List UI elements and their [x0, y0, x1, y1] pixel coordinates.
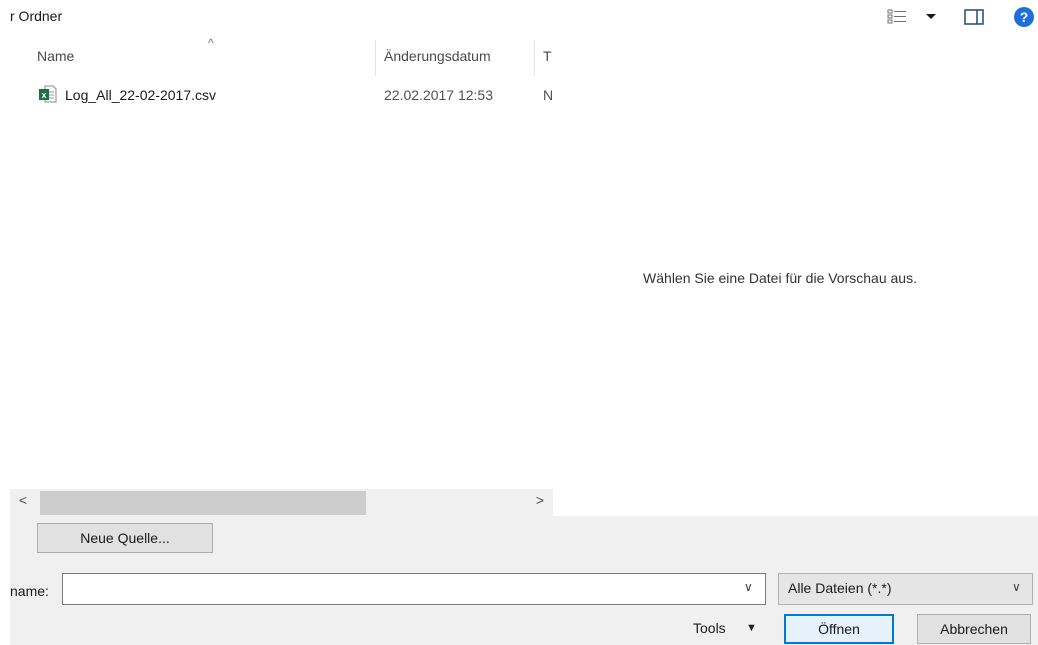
cancel-button[interactable]: Abbrechen: [917, 614, 1031, 644]
help-icon[interactable]: ?: [1014, 7, 1034, 27]
new-folder-button[interactable]: r Ordner: [10, 8, 62, 24]
sort-ascending-icon: ^: [208, 36, 214, 50]
file-type: N: [543, 87, 554, 103]
file-row[interactable]: x Log_All_22-02-2017.csv 22.02.2017 12:5…: [10, 84, 553, 108]
preview-pane-icon: [964, 9, 984, 25]
scroll-left-arrow-icon[interactable]: <: [10, 492, 36, 512]
tools-button[interactable]: Tools ▼: [680, 614, 776, 642]
scroll-thumb[interactable]: [40, 491, 366, 515]
details-view-icon: [887, 9, 936, 24]
column-header: Name ^ Änderungsdatum T: [10, 36, 553, 76]
new-source-button[interactable]: Neue Quelle...: [37, 523, 213, 553]
tools-label: Tools: [693, 620, 726, 636]
column-header-name[interactable]: Name: [37, 48, 74, 64]
filename-label: name:: [10, 583, 49, 599]
column-divider[interactable]: [534, 40, 535, 76]
change-view-button[interactable]: [886, 6, 948, 28]
open-button[interactable]: Öffnen: [784, 614, 894, 644]
file-type-filter-value[interactable]: Alle Dateien (*.*): [788, 580, 892, 596]
file-modified: 22.02.2017 12:53: [384, 87, 493, 103]
column-header-modified[interactable]: Änderungsdatum: [384, 48, 491, 64]
chevron-down-icon[interactable]: ∨: [1012, 580, 1021, 594]
command-bar: [0, 0, 1038, 34]
svg-text:x: x: [41, 90, 46, 100]
column-header-type[interactable]: T: [543, 48, 552, 64]
preview-message: Wählen Sie eine Datei für die Vorschau a…: [643, 270, 917, 286]
scroll-right-arrow-icon[interactable]: >: [527, 492, 553, 512]
excel-csv-icon: x: [39, 85, 57, 103]
chevron-down-icon: [926, 14, 936, 19]
preview-pane-button[interactable]: [963, 7, 985, 27]
filename-input[interactable]: [67, 574, 731, 604]
left-edge: [0, 0, 10, 645]
file-name[interactable]: Log_All_22-02-2017.csv: [65, 87, 216, 103]
chevron-down-icon[interactable]: ∨: [744, 580, 753, 594]
filename-field[interactable]: [62, 573, 766, 605]
column-divider[interactable]: [375, 40, 376, 76]
chevron-down-icon: ▼: [746, 622, 757, 634]
